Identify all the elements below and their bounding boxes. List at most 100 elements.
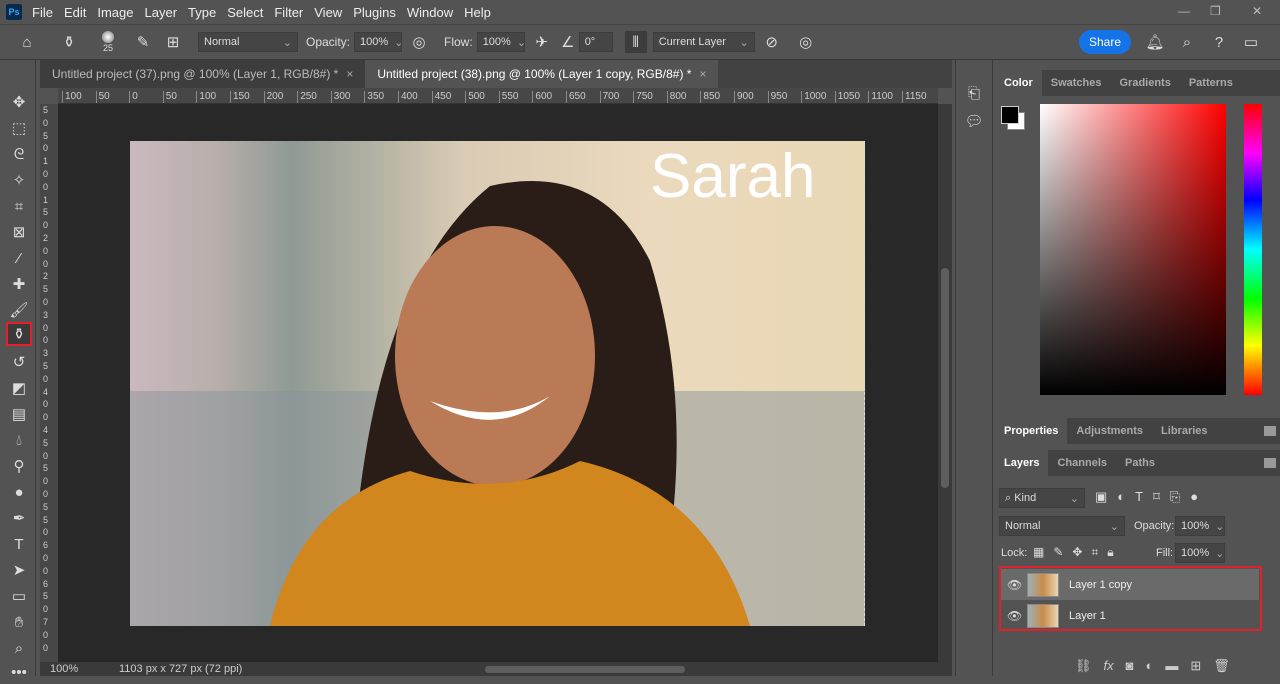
comments-panel-icon[interactable]: 💬︎ [963, 110, 985, 132]
menu-layer[interactable]: Layer [145, 5, 178, 20]
smudge-tool-icon[interactable]: ● [6, 480, 32, 504]
minimize-icon[interactable]: — [1178, 4, 1190, 18]
eraser-tool-icon[interactable]: ◩ [6, 376, 32, 400]
ignore-adjustment-layers-icon[interactable]: ⊘ [761, 31, 783, 53]
lock-transparency-icon[interactable]: ▦ [1033, 545, 1044, 560]
gradient-tool-icon[interactable]: ▤ [6, 402, 32, 426]
clone-stamp-preset-icon[interactable]: ⚱ [58, 31, 80, 53]
layer-style-fx-icon[interactable]: fx [1104, 658, 1114, 674]
layer-filter-select[interactable]: ⌕ Kind [999, 488, 1085, 508]
visibility-eye-icon[interactable]: 👁︎ [1007, 609, 1022, 623]
smart-object-filter-icon[interactable]: ⎘ [1170, 489, 1180, 505]
airbrush-icon[interactable]: ✈ [531, 31, 553, 53]
lasso-tool-icon[interactable]: ᘓ [6, 142, 32, 166]
zoom-tool-icon[interactable]: ⌕ [6, 636, 32, 660]
text-layer-sarah[interactable]: Sarah [650, 141, 815, 212]
quick-select-tool-icon[interactable]: ✧ [6, 168, 32, 192]
new-adjustment-layer-icon[interactable]: ◐ [1146, 658, 1154, 674]
color-field[interactable] [1040, 104, 1226, 395]
panel-menu-icon[interactable] [1264, 426, 1276, 436]
pressure-size-icon[interactable]: ◎ [795, 31, 817, 53]
aligned-toggle-icon[interactable]: ⫴ [624, 31, 647, 53]
tab-channels[interactable]: Channels [1048, 450, 1116, 476]
panel-menu-icon[interactable] [1264, 458, 1276, 468]
restore-icon[interactable]: ❐ [1210, 4, 1221, 18]
history-brush-tool-icon[interactable]: ↺ [6, 350, 32, 374]
angle-input[interactable]: 0° [578, 32, 613, 52]
healing-brush-tool-icon[interactable]: ✚ [6, 272, 32, 296]
notifications-bell-icon[interactable]: 🔔︎ [1144, 31, 1166, 53]
shape-filter-icon[interactable]: ⌑ [1153, 489, 1160, 505]
pen-tool-icon[interactable]: ✒ [6, 506, 32, 530]
new-layer-icon[interactable]: ⊞ [1190, 658, 1201, 674]
close-window-icon[interactable]: ✕ [1252, 4, 1262, 18]
link-layers-icon[interactable]: ⛓︎ [1075, 658, 1092, 674]
filter-toggle-icon[interactable]: ● [1190, 489, 1198, 505]
new-group-icon[interactable]: ▬ [1165, 658, 1178, 674]
visibility-eye-icon[interactable]: 👁︎ [1007, 578, 1022, 592]
more-tools-icon[interactable]: ••• [6, 660, 32, 684]
menu-select[interactable]: Select [227, 5, 263, 20]
tab-gradients[interactable]: Gradients [1110, 70, 1179, 96]
hue-slider[interactable] [1244, 104, 1262, 395]
help-icon[interactable]: ? [1208, 31, 1230, 53]
close-tab-icon[interactable]: × [346, 67, 353, 81]
toggle-brush-settings-icon[interactable]: ✎ [132, 31, 154, 53]
tab-untitled-37[interactable]: Untitled project (37).png @ 100% (Layer … [40, 60, 366, 88]
tab-color[interactable]: Color [995, 70, 1042, 96]
brush-size-picker[interactable]: 25 [102, 31, 114, 53]
foreground-color-swatch[interactable] [1001, 106, 1019, 124]
lock-position-icon[interactable]: ✥ [1072, 545, 1082, 560]
tab-libraries[interactable]: Libraries [1152, 418, 1216, 444]
menu-help[interactable]: Help [464, 5, 491, 20]
lock-all-icon[interactable]: 🔒︎ [1107, 545, 1113, 560]
menu-type[interactable]: Type [188, 5, 216, 20]
menu-view[interactable]: View [314, 5, 342, 20]
layer-opacity-input[interactable]: 100% [1175, 516, 1225, 536]
zoom-level[interactable]: 100% [50, 663, 78, 675]
home-icon[interactable]: ⌂ [16, 31, 38, 53]
type-tool-icon[interactable]: T [6, 532, 32, 556]
tab-properties[interactable]: Properties [995, 418, 1068, 444]
pressure-opacity-icon[interactable]: ◎ [408, 31, 430, 53]
workspace-icon[interactable]: ▭ [1240, 31, 1262, 53]
menu-plugins[interactable]: Plugins [353, 5, 396, 20]
scroll-thumb[interactable] [941, 268, 949, 488]
marquee-tool-icon[interactable]: ⬚ [6, 116, 32, 140]
brush-tool-icon[interactable]: 🖌︎ [6, 298, 32, 322]
menu-filter[interactable]: Filter [274, 5, 303, 20]
menu-edit[interactable]: Edit [64, 5, 86, 20]
tab-adjustments[interactable]: Adjustments [1067, 418, 1152, 444]
search-icon[interactable]: ⌕ [1176, 31, 1198, 53]
blend-mode-select[interactable]: Normal [999, 516, 1125, 536]
tab-untitled-38[interactable]: Untitled project (38).png @ 100% (Layer … [365, 60, 719, 88]
path-selection-tool-icon[interactable]: ➤ [6, 558, 32, 582]
opacity-input[interactable]: 100% [354, 32, 403, 52]
menu-image[interactable]: Image [97, 5, 133, 20]
eyedropper-tool-icon[interactable]: ⁄ [6, 246, 32, 270]
vertical-scrollbar[interactable] [938, 104, 952, 662]
move-tool-icon[interactable]: ✥ [6, 90, 32, 114]
frame-tool-icon[interactable]: ⊠ [6, 220, 32, 244]
sample-select[interactable]: Current Layer [652, 32, 755, 52]
hand-tool-icon[interactable]: ✋︎ [6, 610, 32, 634]
flow-input[interactable]: 100% [476, 32, 525, 52]
fill-input[interactable]: 100% [1175, 543, 1225, 563]
rectangle-tool-icon[interactable]: ▭ [6, 584, 32, 608]
lock-pixels-icon[interactable]: ✎ [1053, 545, 1063, 560]
lock-artboard-icon[interactable]: ⌗ [1091, 545, 1098, 560]
type-filter-icon[interactable]: T [1135, 489, 1143, 505]
tab-swatches[interactable]: Swatches [1042, 70, 1111, 96]
delete-layer-icon[interactable]: 🗑︎ [1213, 658, 1230, 674]
crop-tool-icon[interactable]: ⌗ [6, 194, 32, 218]
close-tab-icon[interactable]: × [699, 67, 706, 81]
horizontal-scrollbar[interactable] [485, 666, 685, 673]
toggle-clone-source-icon[interactable]: ⊞ [162, 31, 184, 53]
pixel-filter-icon[interactable]: ▣ [1095, 489, 1107, 505]
layer-row-layer-1-copy[interactable]: 👁︎ Layer 1 copy [1001, 569, 1259, 600]
tab-patterns[interactable]: Patterns [1180, 70, 1242, 96]
tab-layers[interactable]: Layers [995, 450, 1049, 476]
mode-select[interactable]: Normal [198, 32, 298, 52]
document-canvas[interactable]: Sarah [130, 141, 865, 626]
add-mask-icon[interactable]: ◙ [1126, 658, 1134, 674]
